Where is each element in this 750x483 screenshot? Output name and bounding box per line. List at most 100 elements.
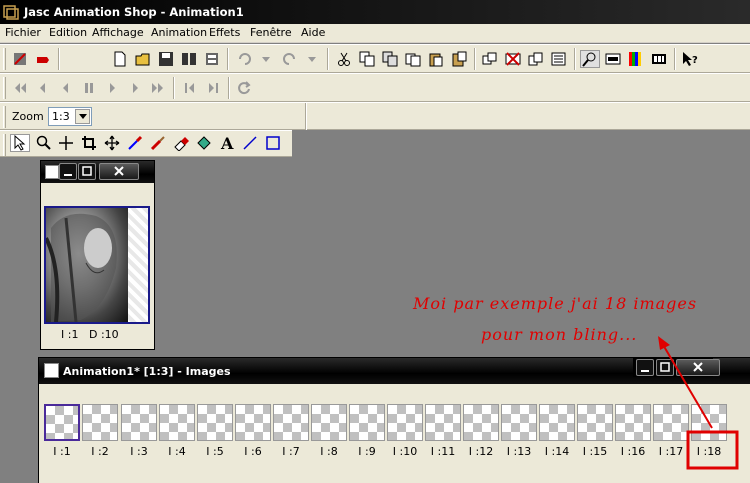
frame-label: I :18	[696, 445, 722, 458]
dropper-tool-icon[interactable]	[125, 134, 145, 152]
paste-copy-icon[interactable]	[403, 50, 423, 68]
paste-icon[interactable]	[426, 50, 446, 68]
move-tool-icon[interactable]	[102, 134, 122, 152]
frame-number-label: I :1	[61, 328, 79, 341]
frame-cell[interactable]	[121, 404, 157, 441]
frame-cell[interactable]	[615, 404, 651, 441]
tools-toolbar: A	[0, 130, 292, 157]
arrow-tool-icon[interactable]	[10, 134, 30, 152]
banner-icon[interactable]	[33, 50, 53, 68]
preview-window-titlebar[interactable]	[41, 161, 154, 183]
doc-icon	[44, 363, 59, 378]
help-icon[interactable]: ?	[680, 50, 700, 68]
frame-cell[interactable]	[425, 404, 461, 441]
zoom-tool-icon[interactable]	[33, 134, 53, 152]
duplicate-icon[interactable]	[526, 50, 546, 68]
frame-cell[interactable]	[273, 404, 309, 441]
save-icon[interactable]	[156, 50, 176, 68]
properties-icon[interactable]	[549, 50, 569, 68]
pause-icon[interactable]	[79, 79, 99, 97]
frame-cell[interactable]	[539, 404, 575, 441]
maximize-button[interactable]	[656, 359, 674, 376]
frame-label: I :8	[320, 445, 338, 458]
menu-fenetre[interactable]: Fenêtre	[250, 26, 292, 39]
loop-icon[interactable]	[234, 79, 254, 97]
first-frame-icon[interactable]	[10, 79, 30, 97]
frame-label: I :15	[582, 445, 608, 458]
svg-text:?: ?	[692, 55, 698, 66]
undo-dropdown-icon[interactable]	[256, 50, 276, 68]
text-tool-icon[interactable]: A	[217, 134, 237, 152]
redo-dropdown-icon[interactable]	[302, 50, 322, 68]
chevron-down-icon[interactable]	[75, 109, 90, 124]
view-frames-icon[interactable]	[603, 50, 623, 68]
play-icon[interactable]	[102, 79, 122, 97]
wizard-icon[interactable]	[10, 50, 30, 68]
frame-label: I :10	[392, 445, 418, 458]
fill-tool-icon[interactable]	[194, 134, 214, 152]
menu-aide[interactable]: Aide	[301, 26, 325, 39]
crop-tool-icon[interactable]	[79, 134, 99, 152]
eraser-tool-icon[interactable]	[171, 134, 191, 152]
prev-frame-icon[interactable]	[33, 79, 53, 97]
frame-cell[interactable]	[691, 404, 727, 441]
frame-delay-label: D :10	[89, 328, 119, 341]
rectangle-tool-icon[interactable]	[263, 134, 283, 152]
zoom-icon[interactable]	[580, 50, 600, 68]
play-back-icon[interactable]	[56, 79, 76, 97]
crosshair-tool-icon[interactable]	[56, 134, 76, 152]
paste-into-icon[interactable]	[449, 50, 469, 68]
cut-icon[interactable]	[334, 50, 354, 68]
save-as-icon[interactable]	[202, 50, 222, 68]
preview-window[interactable]: I :1 D :10	[40, 160, 155, 350]
frame-cell[interactable]	[387, 404, 423, 441]
film-icon[interactable]	[649, 50, 669, 68]
menu-fichier[interactable]: Fichier	[5, 26, 41, 39]
prev-icon[interactable]	[180, 79, 200, 97]
frame-cell[interactable]	[349, 404, 385, 441]
frame-cell[interactable]	[44, 404, 80, 441]
brush-tool-icon[interactable]	[148, 134, 168, 152]
delete-frames-icon[interactable]	[503, 50, 523, 68]
frame-label: I :1	[53, 445, 71, 458]
frame-cell[interactable]	[501, 404, 537, 441]
last-frame-icon[interactable]	[148, 79, 168, 97]
frame-cell[interactable]	[311, 404, 347, 441]
frame-cell[interactable]	[653, 404, 689, 441]
next-icon[interactable]	[203, 79, 223, 97]
zoom-select[interactable]: 1:3	[48, 107, 92, 126]
line-tool-icon[interactable]	[240, 134, 260, 152]
redo-icon[interactable]	[280, 50, 300, 68]
menu-affichage[interactable]: Affichage	[92, 26, 144, 39]
close-button[interactable]	[676, 359, 720, 376]
close-button[interactable]	[99, 163, 139, 180]
copy-icon[interactable]	[357, 50, 377, 68]
next-frame-icon[interactable]	[125, 79, 145, 97]
frame-cell[interactable]	[159, 404, 195, 441]
new-icon[interactable]	[110, 50, 130, 68]
menu-animation[interactable]: Animation	[151, 26, 207, 39]
frame-cell[interactable]	[82, 404, 118, 441]
frame-cell[interactable]	[235, 404, 271, 441]
menu-edition[interactable]: Edition	[49, 26, 87, 39]
copy-new-icon[interactable]	[380, 50, 400, 68]
minimize-button[interactable]	[59, 163, 77, 180]
undo-icon[interactable]	[234, 50, 254, 68]
frame-label: I :2	[91, 445, 109, 458]
save-frames-icon[interactable]	[179, 50, 199, 68]
frame-cell[interactable]	[463, 404, 499, 441]
maximize-button[interactable]	[78, 163, 96, 180]
frame-cell[interactable]	[197, 404, 233, 441]
standard-toolbar: ?	[0, 44, 750, 73]
frame-thumbnail[interactable]	[44, 206, 150, 324]
open-icon[interactable]	[133, 50, 153, 68]
app-titlebar: Jasc Animation Shop - Animation1	[0, 0, 750, 24]
insert-frames-icon[interactable]	[480, 50, 500, 68]
palette-icon[interactable]	[626, 50, 646, 68]
minimize-button[interactable]	[636, 359, 654, 376]
menu-effets[interactable]: Effets	[209, 26, 240, 39]
svg-text:A: A	[220, 135, 234, 151]
zoom-value: 1:3	[52, 110, 70, 123]
doc-icon	[45, 165, 59, 179]
frame-cell[interactable]	[577, 404, 613, 441]
